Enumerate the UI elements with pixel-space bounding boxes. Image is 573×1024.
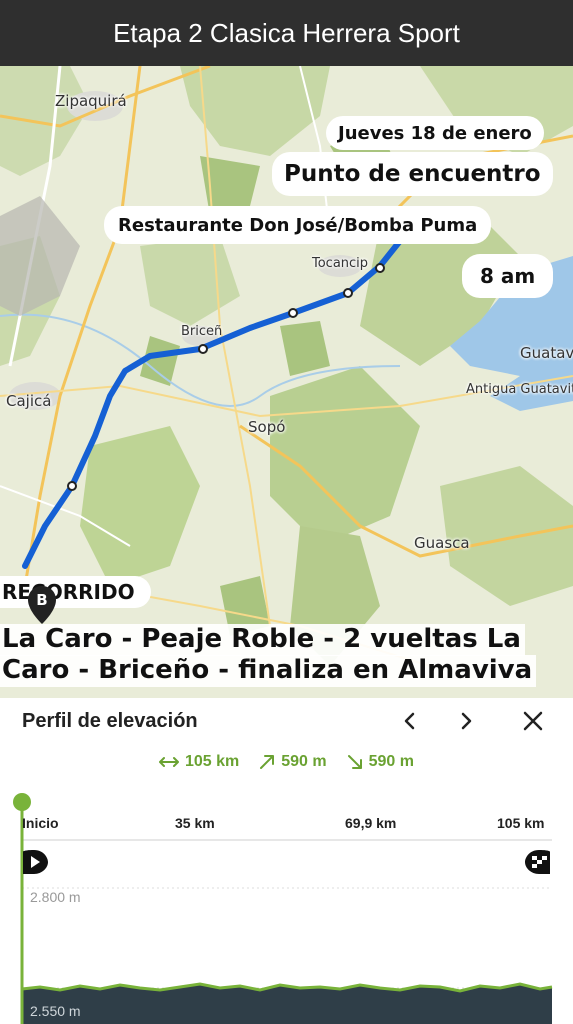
close-button[interactable] — [518, 706, 548, 736]
descent-arrow-icon — [347, 755, 362, 769]
x-tick-label: 69,9 km — [345, 815, 397, 831]
place-label: Tocancip — [312, 256, 369, 271]
meeting-heading: Punto de encuentro — [272, 152, 553, 196]
distance-value: 105 km — [184, 753, 240, 770]
x-axis-ticks: Inicio 35 km 69,9 km 105 km — [22, 815, 552, 835]
distance-stat: 105 km — [158, 753, 240, 771]
time-label: 8 am — [462, 254, 554, 298]
position-handle[interactable] — [13, 793, 31, 811]
descent-stat: 590 m — [347, 753, 414, 771]
location-label: Restaurante Don José/Bomba Puma — [104, 206, 492, 244]
route-line-2: Caro - Briceño - finaliza en Almaviva — [0, 655, 537, 687]
route-heading: RECORRIDO — [0, 576, 151, 608]
place-label: Zipaquirá — [55, 92, 127, 110]
place-label: Cajicá — [6, 392, 52, 410]
map-marker-b[interactable]: B — [26, 585, 58, 625]
elevation-title: Perfil de elevación — [22, 710, 198, 732]
ascent-stat: 590 m — [259, 753, 327, 771]
place-label: Guatav — [520, 344, 573, 362]
close-icon — [523, 711, 543, 731]
elevation-stats: 105 km 590 m 590 m — [0, 753, 573, 771]
prev-button[interactable] — [395, 706, 425, 736]
title-bar: Etapa 2 Clasica Herrera Sport — [0, 0, 573, 66]
location-text: Restaurante Don José/Bomba Puma — [118, 214, 478, 236]
date-text: Jueves 18 de enero — [338, 122, 532, 144]
finish-flag-icon — [525, 850, 551, 874]
start-flag-icon — [22, 850, 48, 874]
place-label: Briceñ — [181, 324, 223, 339]
route-heading-text: RECORRIDO — [2, 580, 135, 604]
chevron-right-icon — [461, 712, 472, 730]
chevron-left-icon — [404, 712, 415, 730]
page-title: Etapa 2 Clasica Herrera Sport — [113, 17, 460, 48]
marker-label: B — [36, 591, 47, 609]
next-button[interactable] — [451, 706, 481, 736]
x-tick-label: 35 km — [175, 815, 215, 831]
y-axis-label-top: 2.800 m — [30, 889, 81, 905]
elevation-panel: Perfil de elevación 105 km 590 m 590 m I… — [0, 698, 573, 1024]
distance-arrows-icon — [158, 757, 179, 767]
date-label: Jueves 18 de enero — [326, 116, 544, 150]
descent-value: 590 m — [368, 753, 414, 770]
route-description: La Caro - Peaje Roble - 2 vueltas La Car… — [0, 624, 573, 687]
meeting-heading-text: Punto de encuentro — [284, 161, 541, 187]
x-tick-label: Inicio — [22, 815, 59, 831]
ascent-value: 590 m — [281, 753, 327, 770]
place-label: Guasca — [414, 534, 470, 552]
route-line-1: La Caro - Peaje Roble - 2 vueltas La — [0, 624, 525, 656]
y-axis-label-bottom: 2.550 m — [30, 1003, 81, 1019]
place-label: Sopó — [248, 418, 286, 436]
place-label: Antigua Guatavit — [466, 382, 573, 397]
ascent-arrow-icon — [260, 755, 275, 769]
x-tick-label: 105 km — [497, 815, 545, 831]
map-view[interactable]: Zipaquirá Tocancip Briceñ Cajicá Sopó Gu… — [0, 66, 573, 698]
time-text: 8 am — [480, 264, 536, 288]
